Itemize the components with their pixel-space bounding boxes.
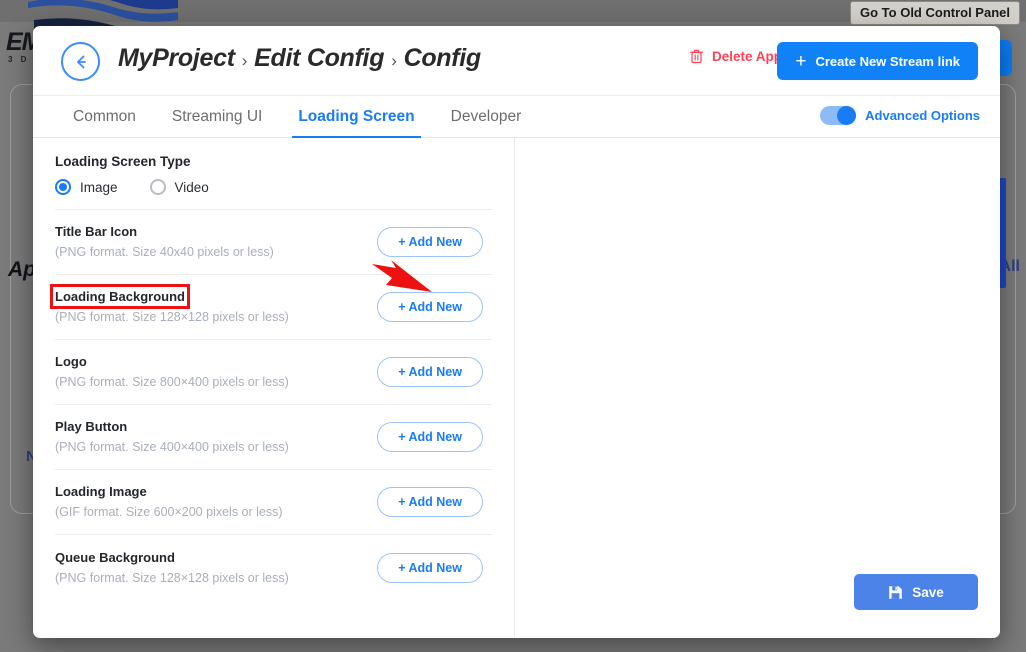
advanced-options-toggle[interactable] [820,106,857,125]
asset-row-play-button: Play Button (PNG format. Size 400×400 pi… [55,405,492,470]
create-new-stream-link-button[interactable]: + Create New Stream link [777,42,978,80]
floppy-disk-icon [889,585,903,599]
asset-info: Logo (PNG format. Size 800×400 pixels or… [55,353,289,391]
add-new-button-logo[interactable]: + Add New [377,357,483,387]
trash-icon [689,49,703,64]
breadcrumb-leaf: Config [403,44,482,72]
asset-row-title-bar-icon: Title Bar Icon (PNG format. Size 40x40 p… [55,210,492,275]
breadcrumb: MyProject › Edit Config › Config [118,44,481,73]
asset-info: Queue Background (PNG format. Size 128×1… [55,549,289,587]
advanced-options-control[interactable]: Advanced Options [820,106,980,125]
radio-option-video[interactable]: Video [149,179,209,195]
asset-hint-queue-background: (PNG format. Size 128×128 pixels or less… [55,570,289,585]
asset-hint-logo: (PNG format. Size 800×400 pixels or less… [55,375,289,389]
asset-hint-loading-background: (PNG format. Size 128×128 pixels or less… [55,310,289,324]
radio-option-image[interactable]: Image [55,179,118,195]
delete-app-button[interactable]: Delete App [689,48,782,64]
asset-hint-title-bar-icon: (PNG format. Size 40x40 pixels or less) [55,245,274,259]
loading-screen-type-title: Loading Screen Type [55,154,191,169]
asset-label-logo: Logo [55,354,87,369]
radio-label-image: Image [80,179,118,195]
asset-row-loading-background: Loading Background (PNG format. Size 128… [50,275,492,340]
tab-streaming-ui[interactable]: Streaming UI [154,96,280,138]
tab-common-label: Common [73,108,136,125]
asset-info: Play Button (PNG format. Size 400×400 pi… [55,418,289,456]
asset-hint-play-button: (PNG format. Size 400×400 pixels or less… [55,440,289,454]
asset-label-play-button: Play Button [55,419,128,434]
asset-label-queue-background: Queue Background [55,549,175,565]
tab-loading-screen-label: Loading Screen [298,108,415,125]
modal-body: Loading Screen Type Image Video Title Ba… [33,138,1000,637]
asset-info: Title Bar Icon (PNG format. Size 40x40 p… [55,223,274,261]
back-button[interactable] [61,42,100,81]
add-new-button-play-button[interactable]: + Add New [377,422,483,452]
breadcrumb-separator-1: › [241,51,248,70]
plus-icon: + [795,50,807,72]
create-new-stream-link-label: Create New Stream link [815,53,960,69]
brand-subtitle: 3 D [8,55,30,64]
add-new-button-loading-background[interactable]: + Add New [377,292,483,322]
preview-pane: Save [515,138,1000,637]
toggle-knob [837,106,857,125]
modal-header: MyProject › Edit Config › Config Delete … [33,26,1000,96]
add-new-button-title-bar-icon[interactable]: + Add New [377,227,483,257]
tab-bar: Common Streaming UI Loading Screen Devel… [33,96,1000,138]
asset-row-loading-image: Loading Image (GIF format. Size 600×200 … [55,470,492,535]
asset-label-title-bar-icon: Title Bar Icon [55,224,138,239]
asset-label-loading-image: Loading Image [55,484,147,499]
asset-label-loading-background: Loading Background [50,284,190,309]
breadcrumb-separator-2: › [391,51,397,70]
edit-config-modal: MyProject › Edit Config › Config Delete … [33,26,1000,638]
backdrop-apps-label: Ap [8,258,36,281]
asset-info: Loading Background (PNG format. Size 128… [50,284,289,326]
radio-label-video: Video [174,179,209,195]
breadcrumb-mid[interactable]: Edit Config [254,44,384,73]
asset-row-queue-background: Queue Background (PNG format. Size 128×1… [55,535,492,600]
loading-screen-settings-pane: Loading Screen Type Image Video Title Ba… [33,138,515,637]
tab-common[interactable]: Common [55,96,154,138]
loading-screen-type-radio-group: Image Video [55,179,492,210]
asset-row-logo: Logo (PNG format. Size 800×400 pixels or… [55,340,492,405]
go-to-old-control-panel-button[interactable]: Go To Old Control Panel [850,1,1020,25]
tab-developer-label: Developer [450,108,522,125]
radio-indicator-video [149,179,166,195]
tab-developer[interactable]: Developer [433,96,540,138]
delete-app-label: Delete App [711,48,782,64]
radio-indicator-image [55,179,71,195]
advanced-options-label: Advanced Options [865,108,980,123]
asset-info: Loading Image (GIF format. Size 600×200 … [55,483,283,521]
tab-list: Common Streaming UI Loading Screen Devel… [55,96,539,138]
tab-loading-screen[interactable]: Loading Screen [280,96,432,138]
add-new-button-queue-background[interactable]: + Add New [377,552,483,583]
save-label: Save [912,584,944,600]
add-new-button-loading-image[interactable]: + Add New [377,487,483,517]
breadcrumb-root[interactable]: MyProject [118,44,235,73]
save-button[interactable]: Save [854,574,978,610]
asset-hint-loading-image: (GIF format. Size 600×200 pixels or less… [55,505,283,519]
arrow-left-icon [76,55,86,68]
tab-streaming-ui-label: Streaming UI [171,108,263,125]
